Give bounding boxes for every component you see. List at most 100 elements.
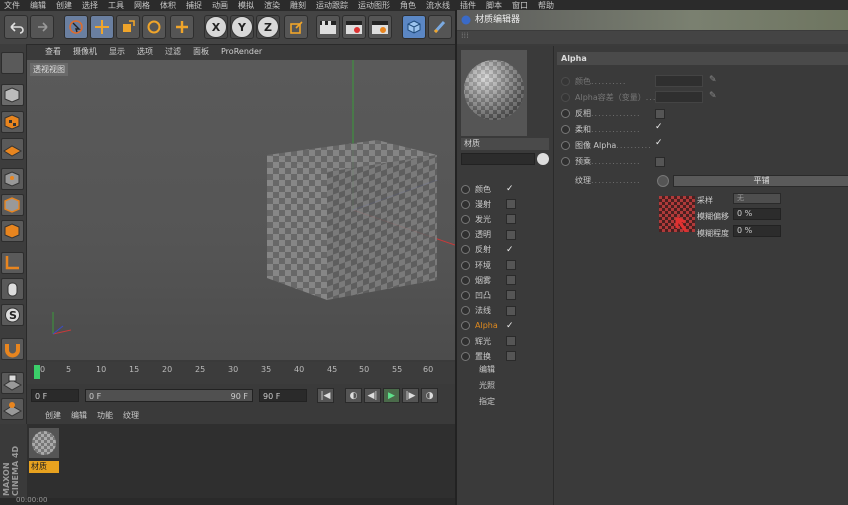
end-frame-field[interactable]: 90 F [259,389,307,402]
next-key-button[interactable]: ◑ [421,388,438,403]
channel-menu-button[interactable] [537,153,549,165]
channel-row[interactable]: 环境 [461,258,516,272]
channel-radio[interactable] [461,351,470,361]
viewport-menu-item-6[interactable]: ProRender [221,45,262,59]
menu-item-13[interactable]: 运动图形 [358,0,390,11]
workplane-button[interactable] [1,398,24,420]
channel-checkbox[interactable] [506,214,516,225]
viewport-menu-item-2[interactable]: 显示 [109,45,125,59]
menu-item-7[interactable]: 捕捉 [186,0,202,11]
property-checkbox[interactable] [655,157,665,167]
material-editor-titlebar[interactable]: 材质编辑器 [457,10,848,30]
channel-row[interactable]: 透明 [461,228,516,242]
editor-material-name[interactable]: 材质 [461,138,549,150]
channel-row[interactable]: 凹凸 [461,288,516,302]
channel-checkbox[interactable] [506,336,516,346]
undo-button[interactable] [4,15,28,39]
editor-grip-bar[interactable]: ⁞⁞⁞ [457,31,848,44]
workplane-mode-button[interactable] [1,138,24,160]
channel-checkbox[interactable] [506,351,516,362]
channel-checkbox[interactable] [506,199,516,210]
material-menu-item-0[interactable]: 创建 [45,409,61,423]
channel-checkbox[interactable] [506,275,516,286]
channel-radio[interactable] [461,321,470,331]
channel-radio[interactable] [461,306,470,316]
channel-row[interactable]: 反射 ✓ [461,243,514,257]
menu-item-3[interactable]: 选择 [82,0,98,11]
channel-row[interactable]: Alpha ✓ [461,319,514,333]
texture-mode-button[interactable] [1,111,24,133]
channel-radio[interactable] [461,290,470,300]
channel-checkmark-icon[interactable]: ✓ [506,184,514,194]
timeline-ruler[interactable]: 0 5 10 15 20 25 30 35 40 45 50 55 60 [27,362,455,384]
render-view-button[interactable] [316,15,340,39]
channel-checkmark-icon[interactable]: ✓ [506,245,514,255]
axis-z-button[interactable]: Z [256,15,280,39]
next-frame-button[interactable]: |▶ [402,388,419,403]
channel-checkbox[interactable] [506,290,516,301]
channel-checkmark-icon[interactable]: ✓ [506,321,514,331]
menu-item-11[interactable]: 雕刻 [290,0,306,11]
menu-item-9[interactable]: 模拟 [238,0,254,11]
material-menu-item-3[interactable]: 纹理 [123,409,139,423]
property-animate-radio[interactable] [561,92,570,102]
edit-pen-icon[interactable]: ✎ [709,91,719,103]
menu-item-1[interactable]: 编辑 [30,0,46,11]
channel-row[interactable]: 漫射 [461,197,516,211]
channel-row[interactable]: 烟雾 [461,273,516,287]
blur-offset-field[interactable]: 0 % [733,208,781,220]
axis-y-button[interactable]: Y [230,15,254,39]
channel-filter-field[interactable] [461,153,535,165]
channel-radio[interactable] [461,275,470,285]
add-tool-button[interactable] [170,15,194,39]
lock-workplane-button[interactable] [1,372,24,394]
channel-row[interactable]: 发光 [461,212,516,226]
channel-radio[interactable] [461,230,470,240]
menu-item-12[interactable]: 运动跟踪 [316,0,348,11]
texture-mode-button[interactable]: 平铺 [673,175,848,187]
channel-row[interactable]: 颜色 ✓ [461,182,514,196]
magnet-button[interactable] [1,338,24,360]
start-frame-field[interactable]: 0 F [31,389,79,402]
range-slider[interactable]: 0 F 90 F [85,389,253,402]
editor-menu-edit[interactable]: 编辑 [479,362,495,376]
material-thumbnail[interactable]: 材质 [29,428,59,473]
menu-item-14[interactable]: 角色 [400,0,416,11]
cube-primitive-button[interactable] [402,15,426,39]
tweak-mode-button[interactable] [1,278,24,300]
polygons-mode-button[interactable] [1,220,24,242]
texture-menu-button[interactable] [657,175,669,187]
menu-item-5[interactable]: 网格 [134,0,150,11]
channel-checkbox[interactable] [506,229,516,240]
property-animate-radio[interactable] [561,76,570,86]
channel-radio[interactable] [461,260,470,270]
channel-row[interactable]: 法线 [461,304,516,318]
menu-item-2[interactable]: 创建 [56,0,72,11]
property-animate-radio[interactable] [561,140,570,150]
channel-radio[interactable] [461,199,470,209]
channel-row[interactable]: 辉光 [461,334,516,348]
property-checkmark-icon[interactable]: ✓ [655,122,663,132]
property-disabled-field[interactable] [655,75,703,87]
play-button[interactable]: ▶ [383,388,400,403]
prev-key-button[interactable]: ◐ [345,388,362,403]
channel-radio[interactable] [461,336,470,346]
perspective-viewport[interactable]: 透视视图 [27,60,455,360]
axis-mode-button[interactable] [1,252,24,274]
menu-item-4[interactable]: 工具 [108,0,124,11]
channel-radio[interactable] [461,214,470,224]
sampling-dropdown[interactable]: 无 [733,193,781,204]
property-animate-radio[interactable] [561,108,570,118]
viewport-menu-item-5[interactable]: 面板 [193,45,209,59]
editor-menu-assign[interactable]: 指定 [479,394,495,408]
property-animate-radio[interactable] [561,156,570,166]
move-tool-button[interactable] [90,15,114,39]
property-checkbox[interactable] [655,109,665,119]
channel-radio[interactable] [461,184,470,194]
editor-menu-illumination[interactable]: 光照 [479,378,495,392]
viewport-menu-item-3[interactable]: 选项 [137,45,153,59]
menu-item-0[interactable]: 文件 [4,0,20,11]
material-menu-item-1[interactable]: 编辑 [71,409,87,423]
menu-item-8[interactable]: 动画 [212,0,228,11]
model-mode-button[interactable] [1,84,24,106]
